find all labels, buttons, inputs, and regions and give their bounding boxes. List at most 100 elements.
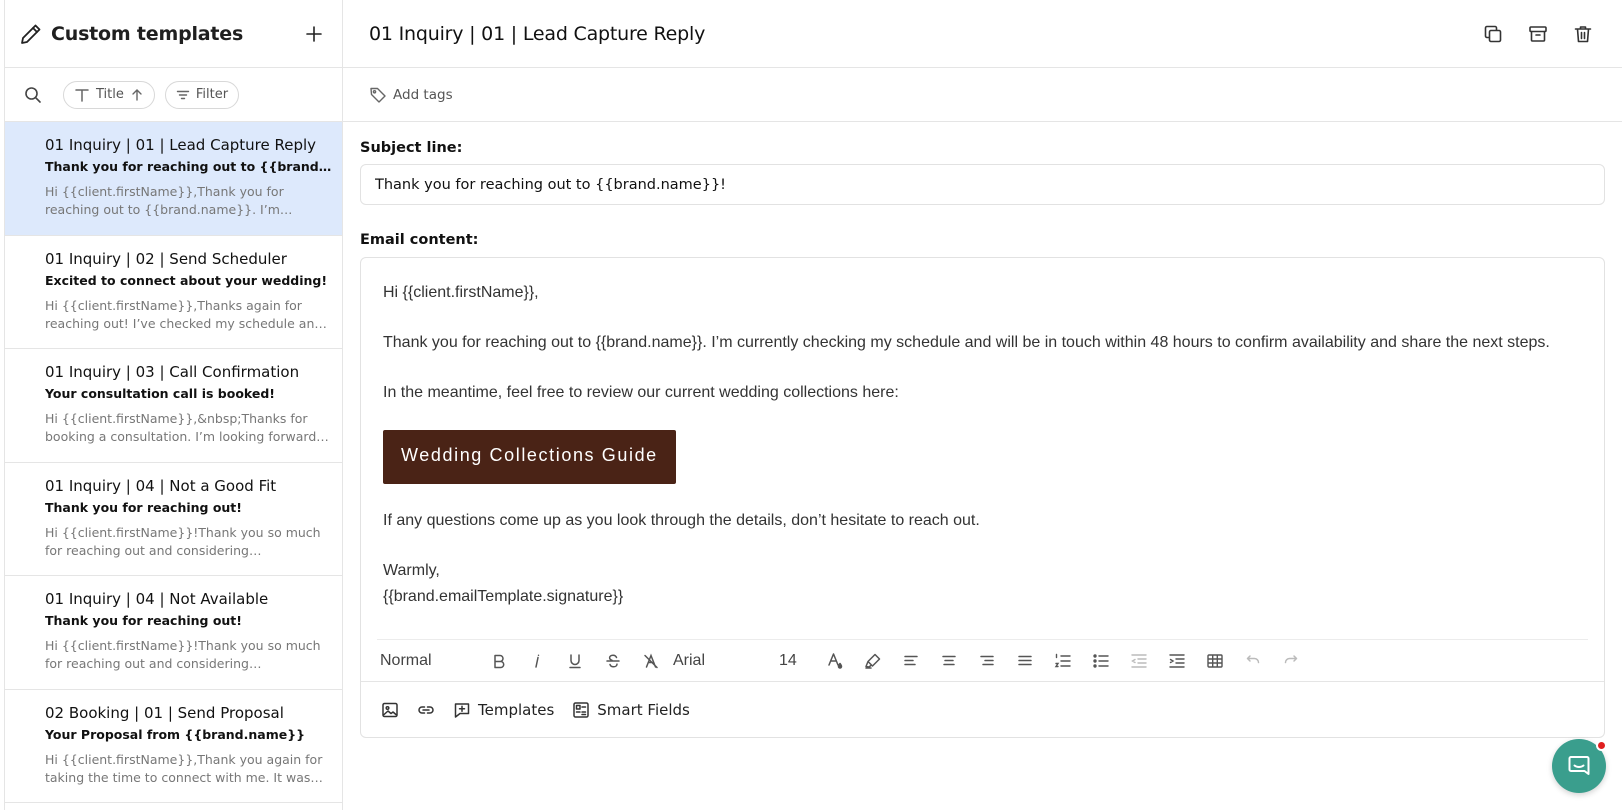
filter-button[interactable]: Filter (164, 80, 240, 109)
ordered-list-button[interactable] (1051, 649, 1075, 673)
duplicate-button[interactable] (1480, 21, 1506, 47)
block-style-select[interactable]: Normal (380, 652, 432, 670)
template-list: 01 Inquiry | 01 | Lead Capture Reply Tha… (5, 122, 342, 810)
sidebar-title: Custom templates (51, 22, 244, 45)
template-item-subject: Thank you for reaching out! (45, 499, 242, 515)
subject-line-input[interactable] (360, 164, 1605, 205)
image-icon (382, 702, 398, 717)
align-center-button[interactable] (937, 649, 961, 673)
align-left-button[interactable] (899, 649, 923, 673)
align-left-icon (904, 655, 918, 666)
text-color-icon (828, 653, 843, 669)
email-paragraph: Thank you for reaching out to {{brand.na… (383, 334, 1550, 351)
page-title: 01 Inquiry | 01 | Lead Capture Reply (369, 22, 706, 45)
indent-button[interactable] (1165, 649, 1189, 673)
highlight-button[interactable] (861, 649, 885, 673)
table-icon (1207, 654, 1223, 668)
bold-button[interactable] (487, 649, 511, 673)
outdent-button[interactable] (1127, 649, 1151, 673)
ordered-list-icon (1054, 653, 1071, 668)
template-item-subject: Thank you for reaching out to {{brand.na… (45, 159, 332, 174)
template-item-title: 01 Inquiry | 04 | Not Available (45, 590, 269, 608)
add-tags-button[interactable]: Add tags (343, 68, 1622, 122)
bullet-list-icon (1093, 654, 1109, 668)
template-list-item[interactable]: 01 Inquiry | 02 | Send Scheduler Excited… (5, 236, 342, 349)
email-signoff: Warmly, (383, 562, 440, 579)
redo-button[interactable] (1279, 649, 1303, 673)
delete-button[interactable] (1570, 21, 1596, 47)
editor-header: 01 Inquiry | 01 | Lead Capture Reply (343, 0, 1622, 68)
template-list-item[interactable]: 01 Inquiry | 01 | Lead Capture Reply Tha… (5, 122, 342, 236)
insert-link-button[interactable] (417, 701, 435, 719)
align-right-icon (980, 655, 994, 666)
underline-icon (569, 654, 581, 669)
font-family-select[interactable]: Arial (673, 652, 705, 670)
wedding-collections-guide-button[interactable]: Wedding Collections Guide (383, 430, 676, 484)
smart-fields-icon (573, 701, 590, 718)
template-item-subject: Thank you for reaching out! (45, 613, 242, 628)
template-list-item[interactable]: 01 Inquiry | 04 | Not a Good Fit Thank y… (5, 463, 342, 576)
italic-button[interactable] (525, 649, 549, 673)
tag-icon (370, 87, 386, 103)
template-item-title: 01 Inquiry | 01 | Lead Capture Reply (45, 136, 317, 154)
templates-sidebar: Custom templates Title Filter 01 Inquiry… (4, 0, 343, 810)
arrow-up-icon (132, 88, 142, 101)
template-add-icon (454, 702, 470, 718)
templates-label: Templates (478, 700, 555, 719)
plus-icon (306, 25, 322, 42)
add-template-button[interactable] (300, 20, 328, 48)
sidebar-header: Custom templates (5, 0, 342, 68)
template-item-title: 01 Inquiry | 03 | Call Confirmation (45, 363, 300, 381)
template-item-preview: Hi {{client.firstName}},&nbsp;Thanks for… (45, 411, 317, 444)
template-list-item[interactable]: 01 Inquiry | 03 | Call Confirmation Your… (5, 349, 342, 463)
subject-line-label: Subject line: (360, 140, 463, 156)
filter-icon (176, 90, 190, 99)
insert-table-button[interactable] (1203, 649, 1227, 673)
align-right-button[interactable] (975, 649, 999, 673)
undo-button[interactable] (1241, 649, 1265, 673)
strikethrough-icon (606, 654, 620, 668)
font-size-select[interactable]: 14 (779, 652, 797, 670)
template-item-subject: Your consultation call is booked! (45, 386, 276, 401)
archive-button[interactable] (1525, 21, 1551, 47)
clear-format-button[interactable] (639, 649, 663, 673)
redo-icon (1284, 655, 1298, 664)
bullet-list-button[interactable] (1089, 649, 1113, 673)
template-item-preview: Hi {{client.firstName}},Thank you again … (45, 751, 323, 785)
text-color-button[interactable] (823, 649, 847, 673)
underline-button[interactable] (563, 649, 587, 673)
template-list-item[interactable]: 01 Inquiry | 04 | Not Available Thank yo… (5, 576, 342, 690)
template-item-subject: Your Proposal from {{brand.name}} (45, 726, 306, 742)
smart-fields-button[interactable]: Smart Fields (572, 701, 690, 719)
sort-title-button[interactable]: Title (63, 80, 155, 109)
notification-badge (1596, 740, 1607, 751)
outdent-icon (1131, 654, 1147, 668)
editor-body[interactable]: Hi {{client.firstName}}, Thank you for r… (361, 258, 1604, 610)
templates-button[interactable]: Templates (453, 701, 554, 719)
insert-image-button[interactable] (381, 701, 399, 719)
justify-button[interactable] (1013, 649, 1037, 673)
template-item-subject: Excited to connect about your wedding! (45, 272, 328, 288)
search-icon (25, 86, 41, 103)
email-greeting: Hi {{client.firstName}}, (383, 284, 539, 301)
template-item-preview: Hi {{client.firstName}},Thanks again for… (45, 297, 330, 331)
pencil-icon (19, 22, 43, 46)
email-content-editor[interactable]: Hi {{client.firstName}}, Thank you for r… (360, 257, 1605, 738)
justify-icon (1018, 655, 1032, 666)
template-editor-pane: 01 Inquiry | 01 | Lead Capture Reply Add… (343, 0, 1622, 810)
template-list-item[interactable]: 02 Booking | 01 | Send Proposal Your Pro… (5, 690, 342, 803)
trash-icon (1574, 25, 1592, 42)
smart-fields-label: Smart Fields (597, 700, 690, 719)
email-paragraph: If any questions come up as you look thr… (383, 512, 980, 529)
italic-icon (535, 654, 540, 668)
email-paragraph: In the meantime, feel free to review our… (383, 384, 899, 401)
template-item-title: 01 Inquiry | 02 | Send Scheduler (45, 249, 287, 268)
template-item-title: 01 Inquiry | 04 | Not a Good Fit (45, 476, 277, 495)
formatting-toolbar: Normal Arial 14 (377, 639, 1588, 681)
search-button[interactable] (19, 81, 47, 109)
link-icon (418, 705, 434, 714)
strikethrough-button[interactable] (601, 649, 625, 673)
filter-label: Filter (195, 87, 229, 102)
email-signature: {{brand.emailTemplate.signature}} (383, 588, 624, 605)
template-item-title: 02 Booking | 01 | Send Proposal (45, 703, 284, 722)
